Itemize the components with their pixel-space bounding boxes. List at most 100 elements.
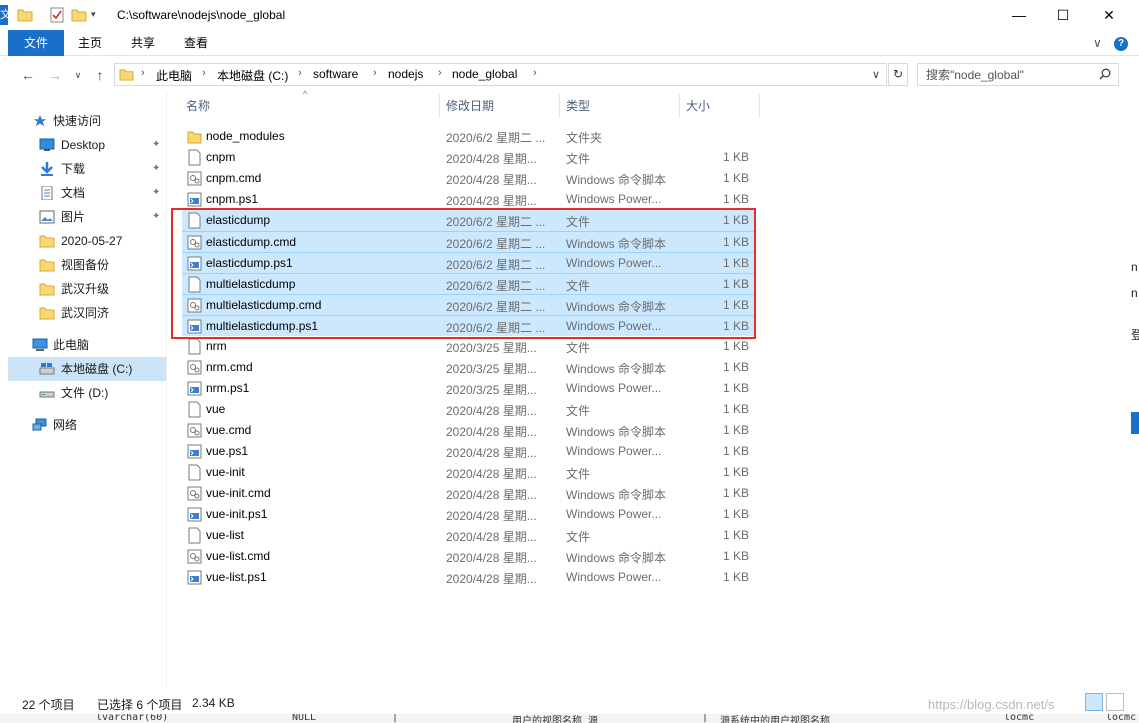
breadcrumb-node-global[interactable]: node_global — [452, 67, 517, 81]
tab-share[interactable]: 共享 — [117, 30, 169, 56]
file-row[interactable]: multielasticdump.cmd 2020/6/2 星期二 ... Wind… — [182, 294, 754, 315]
tab-file[interactable]: 文件 — [8, 30, 64, 56]
column-header-name[interactable]: 名称 — [180, 94, 440, 118]
file-icon — [187, 527, 202, 544]
download-icon — [41, 162, 53, 176]
sidebar-item-network[interactable]: 网络 — [8, 413, 166, 437]
file-row[interactable]: elasticdump.ps1 2020/6/2 星期二 ... Windows P… — [182, 252, 754, 273]
ps1-icon — [187, 506, 202, 523]
minimize-button[interactable]: — — [996, 0, 1042, 30]
sidebar-item-label: 快速访问 — [53, 114, 102, 128]
pin-icon[interactable]: ✦ — [152, 205, 160, 229]
file-row[interactable]: multielasticdump.ps1 2020/6/2 星期二 ... Wind… — [182, 315, 754, 336]
recent-locations-icon[interactable]: ∨ — [68, 64, 88, 86]
file-type: 文件 — [566, 279, 591, 293]
file-date: 2020/4/28 星期... — [446, 551, 537, 565]
breadcrumb-separator: › — [298, 67, 302, 79]
file-row[interactable]: cnpm.cmd 2020/4/28 星期... Windows 命令脚本 1 KB — [182, 168, 754, 189]
maximize-button[interactable]: ☐ — [1040, 0, 1086, 30]
sidebar-item-label: 图片 — [61, 210, 86, 224]
sidebar-item-folder-2020-05-27[interactable]: 2020-05-27 — [8, 229, 166, 253]
sidebar-item-downloads[interactable]: 下载 ✦ — [8, 157, 166, 181]
file-row[interactable]: vue-init.ps1 2020/4/28 星期... Windows Power… — [182, 504, 754, 525]
tab-home[interactable]: 主页 — [64, 30, 116, 56]
search-box[interactable] — [917, 63, 1119, 86]
sidebar-item-desktop[interactable]: Desktop ✦ — [8, 133, 166, 157]
sidebar-item-folder-wuhan-tongji[interactable]: 武汉同济 — [8, 301, 166, 325]
column-header-date[interactable]: 修改日期 — [440, 94, 560, 118]
column-header-size[interactable]: 大小 — [680, 94, 760, 118]
file-type: Windows Power... — [566, 256, 662, 270]
address-dropdown-icon[interactable]: ∨ — [868, 66, 884, 84]
file-row[interactable]: vue.ps1 2020/4/28 星期... Windows Power... 1 … — [182, 441, 754, 462]
large-icons-view-button[interactable] — [1106, 693, 1124, 711]
file-row[interactable]: vue 2020/4/28 星期... 文件 1 KB — [182, 399, 754, 420]
file-row[interactable]: vue-list.ps1 2020/4/28 星期... Windows Power… — [182, 567, 754, 588]
address-bar[interactable]: › 此电脑 › 本地磁盘 (C:) › software › nodejs › … — [114, 63, 887, 86]
background-text: n — [1131, 286, 1138, 300]
file-type: 文件 — [566, 404, 591, 418]
file-type: Windows Power... — [566, 192, 662, 206]
file-row[interactable]: vue-init 2020/4/28 星期... 文件 1 KB — [182, 462, 754, 483]
breadcrumb-this-pc[interactable]: 此电脑 — [156, 67, 192, 84]
sidebar-item-folder-view-backup[interactable]: 视图备份 — [8, 253, 166, 277]
sidebar-item-quick-access[interactable]: 快速访问 — [8, 109, 166, 133]
file-row[interactable]: vue.cmd 2020/4/28 星期... Windows 命令脚本 1 KB — [182, 420, 754, 441]
pin-icon[interactable]: ✦ — [152, 157, 160, 181]
sidebar-item-folder-wuhan-upgrade[interactable]: 武汉升级 — [8, 277, 166, 301]
file-row[interactable]: vue-list 2020/4/28 星期... 文件 1 KB — [182, 525, 754, 546]
breadcrumb-nodejs[interactable]: nodejs — [388, 67, 423, 81]
file-row[interactable]: nrm 2020/3/25 星期... 文件 1 KB — [182, 336, 754, 357]
file-row[interactable]: nrm.cmd 2020/3/25 星期... Windows 命令脚本 1 KB — [182, 357, 754, 378]
tab-view[interactable]: 查看 — [170, 30, 222, 56]
new-folder-icon[interactable] — [71, 7, 87, 23]
background-text: | — [392, 714, 399, 723]
help-icon[interactable]: ? — [1114, 37, 1128, 51]
cmd-icon — [187, 170, 202, 187]
breadcrumb-local-disk[interactable]: 本地磁盘 (C:) — [217, 67, 288, 84]
file-row[interactable]: elasticdump 2020/6/2 星期二 ... 文件 1 KB — [182, 210, 754, 231]
breadcrumb-separator: › — [533, 67, 537, 79]
file-row[interactable]: vue-list.cmd 2020/4/28 星期... Windows 命令脚本 1… — [182, 546, 754, 567]
file-type: Windows 命令脚本 — [566, 173, 667, 187]
sidebar-item-label: 下载 — [61, 162, 86, 176]
background-text: lvarchar(60) — [96, 714, 169, 723]
sidebar-item-label: 视图备份 — [61, 258, 110, 272]
details-view-button[interactable] — [1085, 693, 1103, 711]
search-input[interactable] — [926, 64, 1096, 85]
pin-icon[interactable]: ✦ — [152, 133, 160, 157]
ribbon-expand-icon[interactable]: ∨ — [1093, 36, 1102, 50]
file-date: 2020/3/25 星期... — [446, 362, 537, 376]
properties-icon[interactable] — [49, 7, 65, 23]
sidebar-item-this-pc[interactable]: 此电脑 — [8, 333, 166, 357]
file-row[interactable]: cnpm.ps1 2020/4/28 星期... Windows Power... 1… — [182, 189, 754, 210]
sidebar-item-documents[interactable]: 文档 ✦ — [8, 181, 166, 205]
file-row[interactable]: cnpm 2020/4/28 星期... 文件 1 KB — [182, 147, 754, 168]
search-icon[interactable] — [1099, 68, 1111, 80]
refresh-button[interactable]: ↻ — [888, 63, 908, 86]
file-row[interactable]: multielasticdump 2020/6/2 星期二 ... 文件 1 KB — [182, 273, 754, 294]
file-size: 1 KB — [722, 381, 749, 395]
cmd-icon — [187, 485, 202, 502]
forward-arrow-icon[interactable]: → — [45, 64, 65, 86]
status-item-count: 22 个项目 — [22, 698, 75, 712]
breadcrumb-software[interactable]: software — [313, 67, 358, 81]
file-row[interactable]: vue-init.cmd 2020/4/28 星期... Windows 命令脚本 1… — [182, 483, 754, 504]
up-arrow-icon[interactable]: ↑ — [90, 64, 110, 86]
file-row[interactable]: elasticdump.cmd 2020/6/2 星期二 ... Windows 命… — [182, 231, 754, 252]
close-button[interactable]: ✕ — [1086, 0, 1132, 30]
cmd-icon — [187, 297, 202, 314]
star-icon — [33, 114, 47, 127]
sidebar-item-drive-d[interactable]: 文件 (D:) — [8, 381, 166, 405]
column-header-row: 名称 修改日期 类型 大小 — [180, 94, 760, 118]
sidebar-item-local-disk-c[interactable]: 本地磁盘 (C:) — [8, 357, 166, 381]
file-type: 文件 — [566, 152, 591, 166]
column-header-type[interactable]: 类型 — [560, 94, 680, 118]
file-size: 1 KB — [722, 277, 749, 291]
file-row[interactable]: nrm.ps1 2020/3/25 星期... Windows Power... 1 … — [182, 378, 754, 399]
pin-icon[interactable]: ✦ — [152, 181, 160, 205]
back-arrow-icon[interactable]: ← — [18, 64, 38, 86]
qat-customize-icon[interactable]: ▾ — [91, 9, 107, 25]
file-row[interactable]: node_modules 2020/6/2 星期二 ... 文件夹 — [182, 126, 754, 147]
sidebar-item-pictures[interactable]: 图片 ✦ — [8, 205, 166, 229]
